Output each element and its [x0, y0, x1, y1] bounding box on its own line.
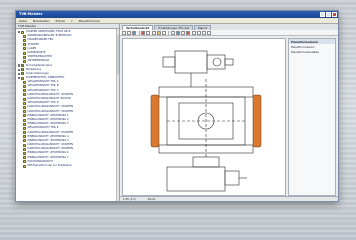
toolbar-separator [138, 30, 140, 35]
layers-icon[interactable] [207, 30, 212, 35]
open-icon[interactable] [127, 30, 132, 35]
document-icon [23, 97, 26, 101]
refresh-icon[interactable] [176, 30, 181, 35]
document-icon [23, 110, 26, 114]
expand-icon[interactable] [18, 30, 21, 34]
tree-scroll-thumb[interactable] [117, 35, 119, 75]
menu-extras[interactable]: Extras [56, 18, 65, 23]
document-icon [23, 160, 26, 164]
document-icon [23, 80, 26, 84]
delete-icon[interactable] [141, 30, 146, 35]
drawing-toolbar [120, 30, 338, 36]
drawing-motor-housing [174, 50, 208, 74]
highlight-icon[interactable] [156, 30, 161, 35]
status-zoom: Zoom [147, 198, 156, 201]
menu-plausiformular[interactable]: Plausiformular [79, 18, 101, 23]
tree-item-label: PDF/Plausiformular zur Publikation [27, 164, 73, 167]
drawing-base-block [166, 166, 226, 192]
document-icon [23, 118, 26, 122]
document-icon [23, 38, 26, 42]
save-icon[interactable] [132, 30, 137, 35]
document-icon [21, 72, 25, 76]
document-icon [21, 76, 25, 80]
document-icon [23, 126, 26, 130]
document-icon [23, 51, 26, 55]
expand-icon[interactable] [18, 68, 21, 71]
content-area: TVB-Meister STARTER ARMATUREN, TEILE 081… [16, 24, 338, 201]
document-icon [23, 59, 26, 63]
minimize-button[interactable] [320, 12, 325, 17]
document-icon [23, 93, 26, 97]
document-icon [23, 105, 26, 109]
document-icon [21, 68, 25, 72]
document-icon [23, 101, 26, 105]
properties-item[interactable]: Plausiformulardaten [289, 49, 335, 54]
drawing-motor-shaft [224, 58, 234, 66]
drawing-connector [192, 156, 220, 168]
document-icon [23, 156, 26, 160]
drawing-base-cap [224, 170, 240, 186]
expand-icon[interactable] [18, 72, 21, 76]
title-bar: TVB-Meister [16, 11, 338, 18]
tree-view[interactable]: STARTER ARMATUREN, TEILE 0815 SPANNUNGSRE… [16, 29, 119, 168]
properties-panel: Plausiformularen Plausiformularen Plausi… [288, 38, 336, 196]
document-icon [23, 34, 26, 38]
grid-icon[interactable] [202, 30, 206, 35]
drawing-motor-mount [162, 56, 176, 68]
tab-technikansicht[interactable]: Technikansicht [122, 25, 154, 30]
technical-drawing-canvas[interactable] [122, 38, 286, 196]
tab-einstellungen[interactable]: Einstellungen TTC.dat [154, 25, 193, 30]
drawing-left-wheel [150, 94, 160, 148]
zoom-out-icon[interactable] [151, 30, 156, 35]
status-bar: 1:25 (1:1) Zoom [120, 196, 338, 201]
document-icon [23, 143, 26, 147]
menu-edit[interactable]: Bearbeiten [33, 18, 49, 23]
print-icon[interactable] [170, 30, 175, 35]
document-icon [23, 43, 26, 47]
tree-scrollbar[interactable] [116, 29, 119, 201]
zoom-in-icon[interactable] [146, 30, 151, 35]
drawing-right-wheel [252, 94, 262, 148]
fit-icon[interactable] [196, 30, 201, 35]
pan-icon[interactable] [162, 30, 166, 35]
tree-panel: TVB-Meister STARTER ARMATUREN, TEILE 081… [16, 24, 120, 201]
document-icon [23, 114, 26, 118]
rotate-icon[interactable] [191, 30, 196, 35]
document-icon [23, 85, 26, 89]
status-scale: 1:25 (1:1) [123, 198, 136, 201]
toolbar-separator [168, 30, 169, 35]
measure-icon[interactable] [181, 30, 186, 35]
main-panel: Technikansicht Einstellungen TTC.dat Rep… [120, 24, 338, 201]
document-icon [23, 131, 26, 135]
new-icon[interactable] [122, 30, 126, 35]
document-icon [21, 64, 25, 68]
expand-icon[interactable] [18, 64, 21, 67]
tab-report[interactable]: Report [193, 25, 212, 30]
technical-drawing [150, 50, 262, 192]
maximize-button[interactable] [326, 12, 331, 17]
document-icon [23, 89, 26, 93]
document-icon [23, 135, 26, 139]
document-icon [23, 55, 26, 59]
menu-help[interactable]: ? [71, 18, 73, 23]
document-icon [21, 30, 25, 34]
app-window: TVB-Meister Datei Bearbeiten Extras ? Pl… [15, 10, 339, 202]
drawing-motor-cap [206, 54, 226, 70]
tree-item[interactable]: PDF/Plausiformular zur Publikation [17, 164, 119, 168]
window-controls [319, 11, 338, 18]
stop-icon[interactable] [186, 30, 191, 35]
document-icon [23, 147, 26, 151]
close-button[interactable] [332, 12, 337, 17]
menu-file[interactable]: Datei [19, 18, 27, 23]
document-icon [23, 122, 26, 126]
document-icon [23, 47, 26, 51]
document-icon [23, 164, 26, 168]
drawing-motor-flange [212, 57, 222, 67]
window-title: TVB-Meister [19, 12, 43, 16]
document-icon [23, 139, 26, 143]
expand-icon[interactable] [18, 76, 21, 80]
document-icon [23, 152, 26, 156]
